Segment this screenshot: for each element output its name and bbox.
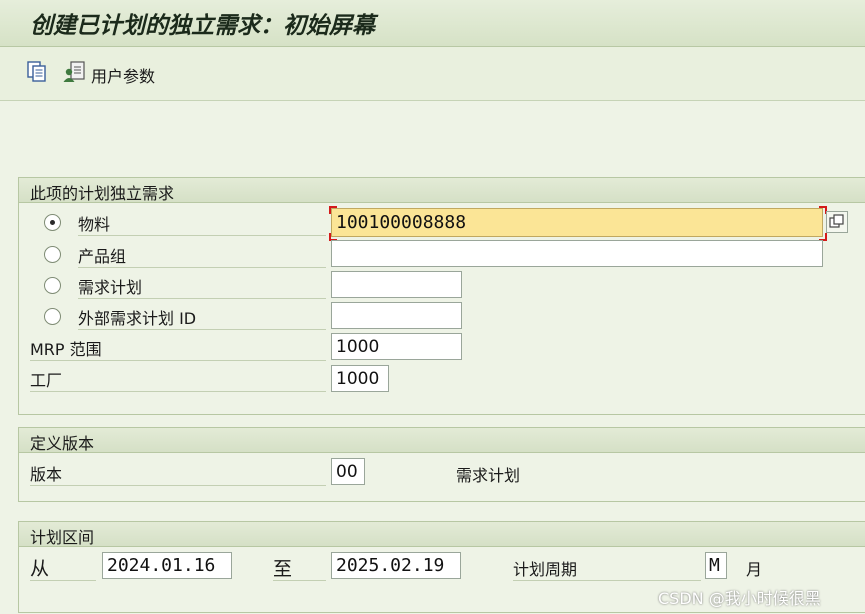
- group-header: 此项的计划独立需求: [19, 178, 865, 203]
- user-parameters-icon[interactable]: [62, 60, 86, 84]
- label-to: 至: [273, 554, 326, 581]
- product-group-input[interactable]: [331, 240, 823, 267]
- radio-material[interactable]: [44, 214, 61, 231]
- watermark: CSDN @我小时候很黑: [658, 589, 821, 608]
- label-requirements-plan: 需求计划: [78, 274, 326, 299]
- label-material: 物料: [78, 211, 326, 236]
- group-header: 定义版本: [19, 428, 865, 453]
- application-toolbar: 用户参数: [0, 47, 865, 101]
- from-date-input[interactable]: [102, 552, 232, 579]
- group-header: 计划区间: [19, 522, 865, 547]
- radio-requirements-plan[interactable]: [44, 277, 61, 294]
- label-from: 从: [30, 554, 96, 581]
- group-title: 定义版本: [30, 434, 95, 453]
- user-parameters-button[interactable]: 用户参数: [91, 63, 155, 87]
- page-title: 创建已计划的独立需求：初始屏幕: [30, 12, 375, 39]
- group-title: 计划区间: [30, 528, 95, 547]
- radio-external-requirements-plan[interactable]: [44, 308, 61, 325]
- version-input[interactable]: [331, 458, 365, 485]
- value-help-button[interactable]: [826, 211, 848, 233]
- label-version: 版本: [30, 461, 326, 486]
- radio-product-group[interactable]: [44, 246, 61, 263]
- copy-documents-icon[interactable]: [25, 60, 49, 84]
- label-planning-period: 计划周期: [513, 556, 701, 581]
- version-description: 需求计划: [456, 466, 521, 485]
- title-bar: 创建已计划的独立需求：初始屏幕: [0, 0, 865, 47]
- requirements-plan-input[interactable]: [331, 271, 462, 298]
- mrp-area-input[interactable]: [331, 333, 462, 360]
- label-mrp-area: MRP 范围: [30, 336, 326, 361]
- to-date-input[interactable]: [331, 552, 461, 579]
- planning-period-input[interactable]: [705, 552, 727, 579]
- plant-input[interactable]: [331, 365, 389, 392]
- label-product-group: 产品组: [78, 243, 326, 268]
- material-input[interactable]: [331, 208, 823, 237]
- copy-icon: [829, 214, 844, 228]
- group-title: 此项的计划独立需求: [30, 184, 175, 203]
- label-external-requirements-plan: 外部需求计划 ID: [78, 305, 326, 330]
- label-plant: 工厂: [30, 367, 326, 392]
- external-requirements-plan-input[interactable]: [331, 302, 462, 329]
- required-marker: [329, 206, 337, 214]
- planning-period-unit: 月: [746, 560, 763, 579]
